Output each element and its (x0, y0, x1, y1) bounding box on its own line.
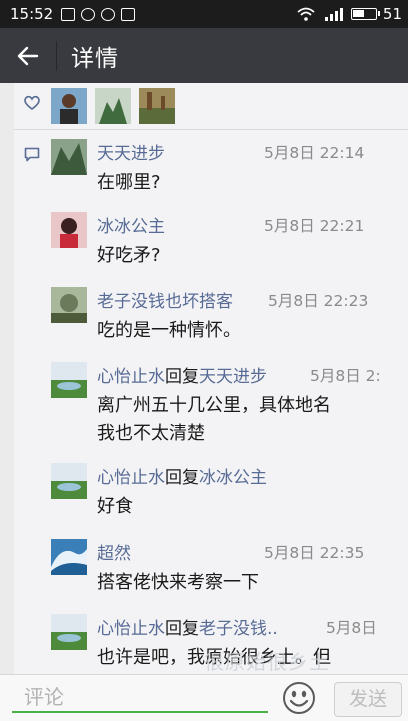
moon-icon (81, 7, 96, 21)
commenter-avatar[interactable] (51, 287, 87, 323)
battery-icon (350, 8, 380, 20)
commenter-avatar[interactable] (51, 139, 87, 175)
commenter-name[interactable]: 心怡止水回复冰冰公主 (97, 463, 267, 488)
likes-row (14, 83, 408, 127)
comment-time: 5月8日 22:21 (264, 217, 365, 235)
comments-panel: 天天进步 5月8日 22:14 在哪里? 冰冰公主 5月8日 22:21 好吃矛… (14, 83, 408, 685)
commenter-avatar[interactable] (51, 362, 87, 398)
commenter-name[interactable]: 老子没钱也坏搭客 (97, 287, 233, 312)
title-bar: 详情 (0, 28, 408, 83)
emoji-icon[interactable] (282, 681, 316, 715)
reply-target-name[interactable]: 老子没钱.. (199, 619, 278, 639)
commenter-name-text[interactable]: 心怡止水 (97, 468, 165, 488)
commenter-name[interactable]: 心怡止水回复天天进步 (97, 362, 267, 387)
like-avatar-3[interactable] (139, 88, 175, 124)
reply-label: 回复 (165, 619, 199, 639)
comment-text: 离广州五十几公里，具体地名 我也不太清楚 (97, 395, 331, 444)
commenter-avatar[interactable] (51, 614, 87, 650)
comment-text: 吃的是一种情怀。 (97, 320, 241, 341)
battery-level: 51 (382, 5, 402, 23)
comment-text: 好食 (97, 496, 133, 517)
comment-text: 在哪里? (97, 172, 161, 193)
commenter-name[interactable]: 天天进步 (97, 139, 165, 164)
commenter-name[interactable]: 冰冰公主 (97, 212, 165, 237)
commenter-avatar[interactable] (51, 463, 87, 499)
wifi-icon (297, 7, 315, 21)
reply-label: 回复 (165, 468, 199, 488)
commenter-name-text[interactable]: 心怡止水 (97, 367, 165, 387)
commenter-name-text[interactable]: 心怡止水 (97, 619, 165, 639)
notes-icon (121, 7, 136, 21)
reply-label: 回复 (165, 367, 199, 387)
back-button[interactable] (0, 28, 56, 83)
reply-target-name[interactable]: 天天进步 (199, 367, 267, 387)
status-right: 51 (297, 5, 402, 23)
comment-text: 好吃矛? (97, 245, 161, 266)
like-avatar-2[interactable] (95, 88, 131, 124)
signal-icon (324, 8, 343, 21)
page-title: 详情 (71, 45, 119, 72)
commenter-avatar[interactable] (51, 212, 87, 248)
title-divider (56, 40, 57, 71)
commenter-avatar[interactable] (51, 539, 87, 575)
comment-time: 5月8日 22:23 (268, 292, 369, 310)
like-avatar-1[interactable] (51, 88, 87, 124)
comment-icon (24, 147, 40, 162)
image-icon (61, 7, 76, 21)
status-bar: 15:52 51 (0, 0, 408, 28)
comment-time: 5月8日 2: (310, 367, 381, 385)
comment-input[interactable]: 评论 (12, 681, 268, 713)
watermark-text: 很原始很乡土 (204, 650, 330, 674)
bell-icon (101, 7, 116, 21)
likes-divider (14, 129, 408, 130)
commenter-name[interactable]: 超然 (97, 539, 131, 564)
comment-time: 5月8日 (326, 619, 377, 637)
commenter-name[interactable]: 心怡止水回复老子没钱.. (97, 614, 278, 639)
comment-time: 5月8日 22:14 (264, 144, 365, 162)
reply-target-name[interactable]: 冰冰公主 (199, 468, 267, 488)
arrow-left-icon (17, 46, 39, 65)
comment-time: 5月8日 22:35 (264, 544, 365, 562)
comment-text: 搭客佬快来考察一下 (97, 572, 259, 593)
send-button[interactable]: 发送 (334, 682, 402, 717)
heart-icon (24, 95, 40, 110)
comment-input-bar: 评论 发送 (0, 674, 408, 721)
status-time: 15:52 (10, 5, 54, 23)
